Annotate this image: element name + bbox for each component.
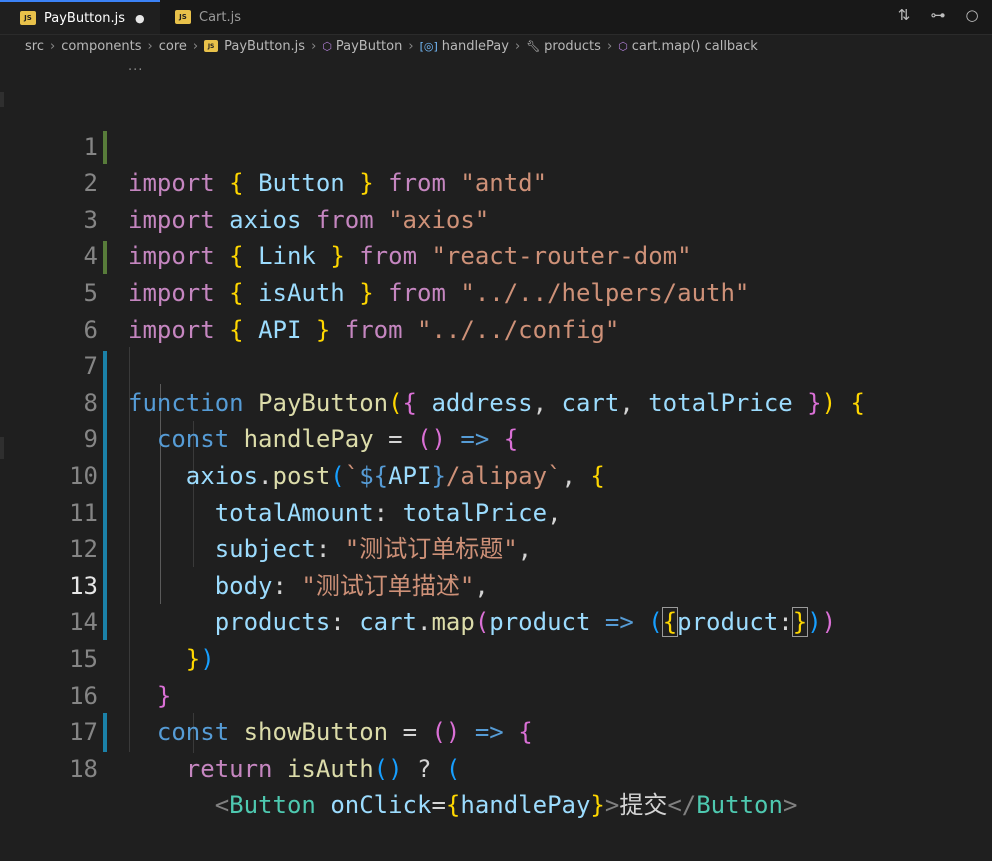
breadcrumb-label: handlePay	[441, 38, 509, 54]
breadcrumb-label: cart.map() callback	[631, 38, 758, 54]
code-editor[interactable]: 1 import { Button } from "antd" 2 import…	[0, 92, 992, 820]
tab-cart[interactable]: JS Cart.js	[160, 0, 296, 34]
chevron-right-icon: ›	[514, 38, 521, 54]
code-line[interactable]: 12 body: "测试订单描述",	[0, 495, 992, 600]
code-line[interactable]: 15 }	[0, 604, 992, 710]
token: ?	[417, 754, 432, 783]
breadcrumb-item-variable[interactable]: [◎] handlePay	[420, 39, 509, 54]
code-line[interactable]: 18 <Button onClick={handlePay}>提交</Butto…	[0, 714, 992, 820]
js-file-icon: JS	[20, 11, 36, 25]
unsaved-dot-icon[interactable]: ●	[135, 12, 145, 25]
token: </	[667, 791, 697, 820]
editor-tab-bar: JS PayButton.js ● JS Cart.js ⇅ ⊶ ○	[0, 0, 992, 35]
chevron-right-icon: ›	[311, 38, 317, 54]
code-line[interactable]: 10 totalAmount: totalPrice,	[0, 421, 992, 527]
symbol-method-icon: ⬡	[618, 39, 628, 53]
editor-actions: ⇅ ⊶ ○	[894, 6, 982, 24]
token: return	[185, 754, 273, 783]
token: }	[590, 791, 605, 820]
code-text: <Button onClick={handlePay}>提交</Button>	[128, 787, 798, 824]
breadcrumb: src › components › core › JS PayButton.js…	[0, 34, 992, 58]
breadcrumb-item-src[interactable]: src	[25, 39, 44, 54]
breadcrumb-item-file[interactable]: JS PayButton.js	[204, 39, 305, 54]
line-number: 18	[69, 754, 98, 783]
tab-paybutton[interactable]: JS PayButton.js ●	[0, 0, 160, 34]
source-control-icon[interactable]: ⊶	[928, 6, 948, 24]
breadcrumb-item-core[interactable]: core	[159, 39, 187, 54]
token: handlePay	[460, 791, 591, 820]
compare-changes-icon[interactable]: ⇅	[894, 6, 914, 24]
code-line[interactable]: 16 const showButton = () => {	[0, 641, 992, 747]
breadcrumb-label: products	[544, 38, 601, 54]
js-file-icon: JS	[175, 10, 191, 24]
tab-label: Cart.js	[199, 9, 242, 25]
code-line-current[interactable]: 13 products: cart.map(product => ({produ…	[0, 531, 992, 638]
token: ()	[373, 754, 403, 783]
token: <	[214, 791, 230, 820]
code-line[interactable]: 11 subject: "测试订单标题",	[0, 458, 992, 564]
breadcrumb-label: components	[61, 38, 142, 54]
wrench-icon: 🔧︎	[526, 39, 541, 53]
code-line[interactable]: 5 import { API } from "../../config"	[0, 238, 992, 344]
breadcrumb-item-components[interactable]: components	[61, 39, 141, 54]
token: {	[445, 791, 461, 820]
code-text: return isAuth() ? (	[128, 751, 461, 788]
breadcrumb-label: PayButton	[335, 38, 403, 54]
breadcrumb-label: src	[25, 38, 44, 54]
breadcrumb-item-callback[interactable]: ⬡ cart.map() callback	[618, 39, 758, 54]
chevron-right-icon: ›	[606, 38, 613, 54]
code-line[interactable]: 14 })	[0, 568, 992, 673]
code-line[interactable]: 17 return isAuth() ? (	[0, 678, 992, 783]
token: >	[782, 791, 798, 820]
token: (	[445, 754, 461, 783]
token: >	[604, 791, 620, 820]
chevron-right-icon: ›	[408, 38, 414, 54]
code-line[interactable]: 3 import { Link } from "react-router-dom…	[0, 165, 992, 271]
chevron-right-icon: ›	[192, 38, 199, 54]
chevron-right-icon: ›	[147, 38, 153, 54]
token: 提交	[619, 791, 668, 820]
token: onClick	[330, 791, 432, 820]
tab-label: PayButton.js	[44, 10, 125, 26]
chevron-right-icon: ›	[49, 38, 56, 54]
code-line[interactable]: 7 function PayButton({ address, cart, to…	[0, 312, 992, 417]
token: Button	[229, 791, 316, 820]
go-to-icon[interactable]: ○	[962, 6, 982, 24]
breadcrumb-item-function[interactable]: ⬡ PayButton	[322, 39, 402, 54]
code-line[interactable]: 6	[0, 275, 992, 344]
token: Button	[696, 791, 783, 820]
token: isAuth	[286, 754, 374, 783]
symbol-method-icon: ⬡	[322, 39, 332, 53]
code-line[interactable]: 4 import { isAuth } from "../../helpers/…	[0, 202, 992, 307]
symbol-variable-icon: [◎]	[419, 39, 438, 53]
code-line[interactable]: 9 axios.post(`${API}/alipay`, {	[0, 385, 992, 490]
code-line[interactable]: 2 import axios from "axios"	[0, 129, 992, 234]
breadcrumb-item-property[interactable]: 🔧︎ products	[526, 39, 601, 54]
js-file-icon: JS	[204, 40, 219, 52]
token: =	[431, 791, 446, 820]
code-line[interactable]: 8 const handlePay = () => {	[0, 348, 992, 454]
breadcrumb-label: core	[158, 38, 187, 54]
folded-region-indicator[interactable]: ···	[128, 63, 143, 78]
breadcrumb-label: PayButton.js	[224, 38, 306, 54]
code-line[interactable]: 1 import { Button } from "antd"	[0, 92, 992, 198]
